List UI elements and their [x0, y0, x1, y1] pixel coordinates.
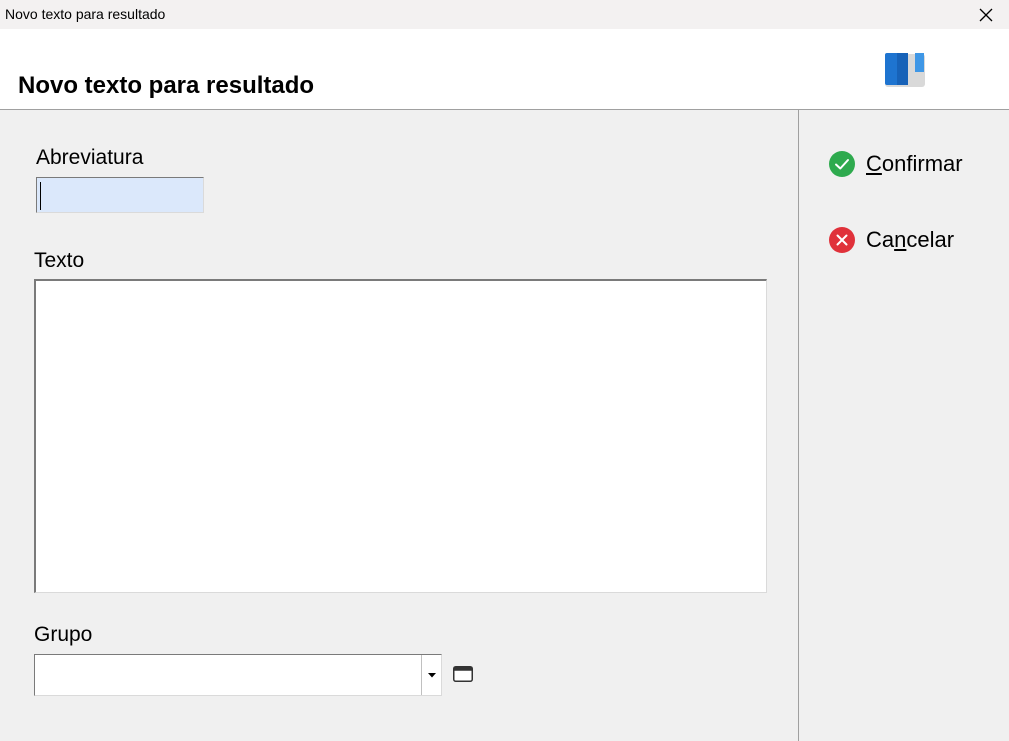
confirm-button[interactable]: Confirmar: [828, 149, 963, 179]
dialog-heading: Novo texto para resultado: [18, 72, 315, 99]
dialog-header: Novo texto para resultado: [0, 29, 1009, 110]
group-select[interactable]: [34, 654, 442, 696]
text-label: Texto: [34, 249, 85, 272]
text-area[interactable]: [34, 279, 767, 593]
abbreviation-label: Abreviatura: [36, 146, 144, 169]
window-title: Novo texto para resultado: [5, 6, 166, 22]
cancel-label: Cancelar: [866, 227, 955, 252]
title-bar: Novo texto para resultado: [0, 0, 1009, 29]
window-icon[interactable]: [453, 666, 473, 682]
close-button[interactable]: [963, 0, 1009, 29]
group-label: Grupo: [34, 623, 93, 646]
text-caret: [40, 182, 41, 210]
abbreviation-input[interactable]: [36, 177, 204, 213]
book-icon: [885, 53, 925, 87]
check-circle-icon: [829, 151, 855, 177]
close-icon: [979, 8, 993, 21]
confirm-label: Confirmar: [866, 151, 963, 176]
cancel-button[interactable]: Cancelar: [828, 225, 954, 255]
chevron-down-icon: [427, 672, 436, 677]
group-dropdown-button[interactable]: [421, 655, 441, 695]
x-circle-icon: [829, 227, 855, 253]
